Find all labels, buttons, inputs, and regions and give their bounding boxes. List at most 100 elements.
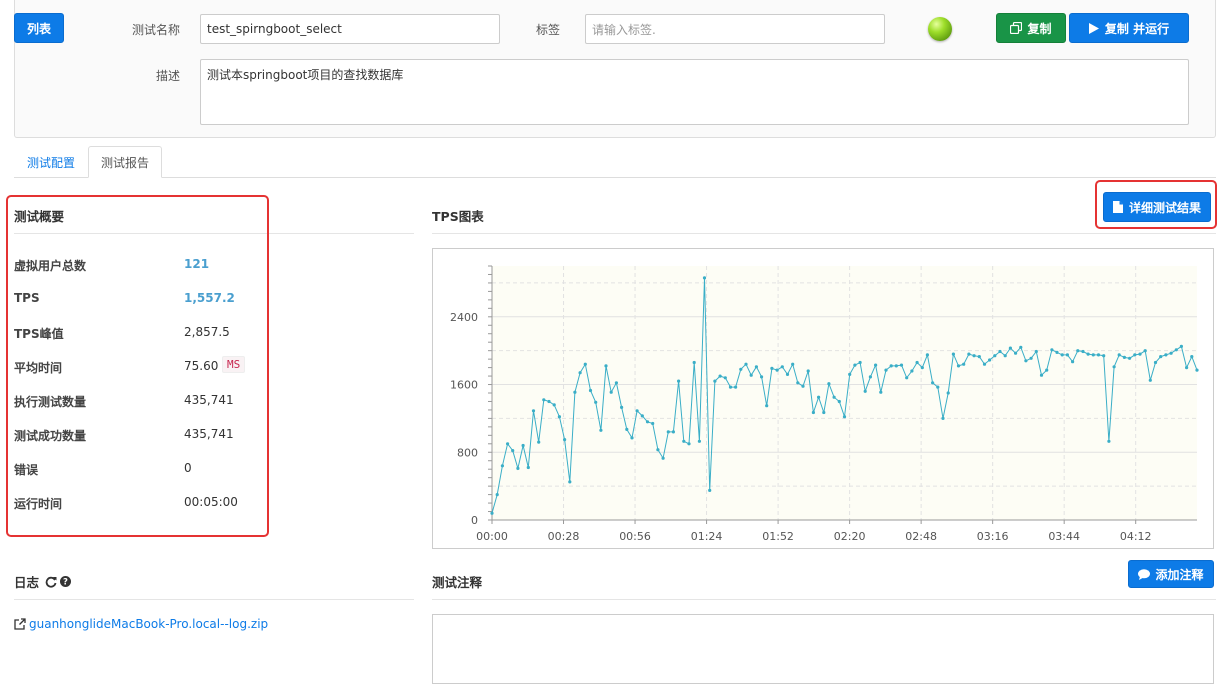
tps-data-point [1190,355,1194,359]
x-tick-label: 01:52 [762,530,794,543]
tps-data-point [822,410,826,415]
tps-data-point [1148,378,1152,382]
x-tick-label: 03:44 [1048,530,1080,543]
tps-data-point [998,349,1002,354]
tps-data-point [853,363,857,367]
log-file-name[interactable]: guanhonglideMacBook-Pro.local--log.zip [29,617,268,631]
y-tick-label: 800 [457,446,478,459]
tab-test-config[interactable]: 测试配置 [14,146,88,178]
tps-data-point [920,366,924,370]
tps-data-point [692,360,696,365]
tps-data-point [702,276,707,280]
tps-data-point [734,385,738,389]
copy-button[interactable]: 复制 [996,13,1066,43]
tps-data-point [526,465,530,470]
tab-test-report[interactable]: 测试报告 [88,146,162,178]
tps-data-point [760,375,764,379]
metric-value-avg-time: 75.60 [184,359,219,373]
tps-data-point [925,353,929,357]
x-tick-label: 00:56 [619,530,651,543]
refresh-icon[interactable] [45,576,57,588]
tps-data-point [635,409,639,413]
test-name-input[interactable]: test_spirngboot_select [200,14,500,44]
notes-area[interactable] [432,614,1214,684]
list-button[interactable]: 列表 [14,13,64,43]
tps-data-point [713,379,717,383]
tps-data-point [723,376,727,380]
tps-data-point [796,381,800,385]
metric-value-tps[interactable]: 1,557.2 [184,291,235,305]
tps-data-point [1174,348,1178,352]
add-note-button[interactable]: 添加注释 [1128,560,1214,588]
tps-data-point [1117,353,1121,357]
tag-input[interactable]: 请输入标签. [585,14,885,44]
tps-data-point [656,448,660,452]
log-title: 日志 [14,575,40,590]
tps-data-point [972,354,976,358]
metric-value-errors: 0 [184,461,192,475]
tps-data-point [941,416,945,420]
tps-line-chart: 0 800 1600 2400 00:00 00:28 00:56 01:24 01:52 02:… [450,265,1199,543]
tps-data-point [1008,346,1013,350]
metric-value-success: 435,741 [184,427,234,441]
tps-data-point [832,395,836,399]
tps-data-point [1003,354,1007,358]
metric-label-executed: 执行测试数量 [14,395,87,409]
tps-data-point [744,362,748,366]
tps-data-point [962,362,966,366]
tps-data-point [946,391,950,395]
tps-data-point [951,352,956,356]
log-divider [14,599,414,600]
tps-data-point [868,375,872,379]
description-textarea[interactable]: 测试本springboot项目的查找数据库 [200,59,1189,125]
x-tick-label: 00:00 [476,530,508,543]
description-label: 描述 [155,69,180,83]
tps-data-point [1029,356,1033,360]
tps-data-point [863,389,867,393]
status-indicator-icon [928,17,952,41]
tps-data-point [1102,354,1106,358]
tps-data-point [1159,355,1163,359]
tps-data-point [1169,351,1173,355]
metric-label-tps-peak: TPS峰值 [14,327,64,341]
metric-label-avg-time: 平均时间 [14,361,63,375]
x-tick-label: 01:24 [691,530,723,543]
x-tick-label: 00:28 [548,530,580,543]
tps-data-point [1065,353,1069,357]
log-file-link[interactable]: guanhonglideMacBook-Pro.local--log.zip [14,617,268,631]
tps-data-point [687,442,691,446]
detail-results-button[interactable]: 详细测试结果 [1103,192,1211,222]
metric-label-vusers: 虚拟用户总数 [14,259,87,273]
metric-value-runtime: 00:05:00 [184,495,238,509]
help-icon[interactable]: ? [60,576,72,587]
tps-data-point [894,364,898,368]
tps-data-point [1024,359,1028,363]
tps-data-point [1071,360,1075,364]
tabs-divider [14,177,1216,178]
tps-data-point [490,511,494,515]
tps-data-point [1112,365,1116,369]
tps-data-point [728,385,733,389]
tps-data-point [625,427,629,431]
tps-data-point [666,430,670,434]
tps-data-point [645,420,650,424]
tps-data-point [1086,352,1090,356]
tps-data-point [557,415,561,419]
tps-data-point [563,438,567,442]
copy-run-button-label: 复制 并运行 [1104,21,1170,36]
tps-data-point [889,364,893,368]
tps-divider [432,233,1216,234]
tps-data-point [1096,353,1101,357]
tps-data-point [977,355,981,359]
tps-data-point [879,390,883,394]
metric-value-vusers[interactable]: 121 [184,257,209,271]
tps-data-point [837,399,841,404]
tps-data-point [899,363,904,367]
tps-data-point [1143,349,1147,353]
copy-run-button[interactable]: 复制 并运行 [1069,13,1189,43]
tps-data-point [806,369,810,373]
tps-data-point [1179,344,1183,348]
tps-data-point [1128,356,1132,360]
external-link-icon [14,618,26,630]
tps-data-point [931,381,935,385]
